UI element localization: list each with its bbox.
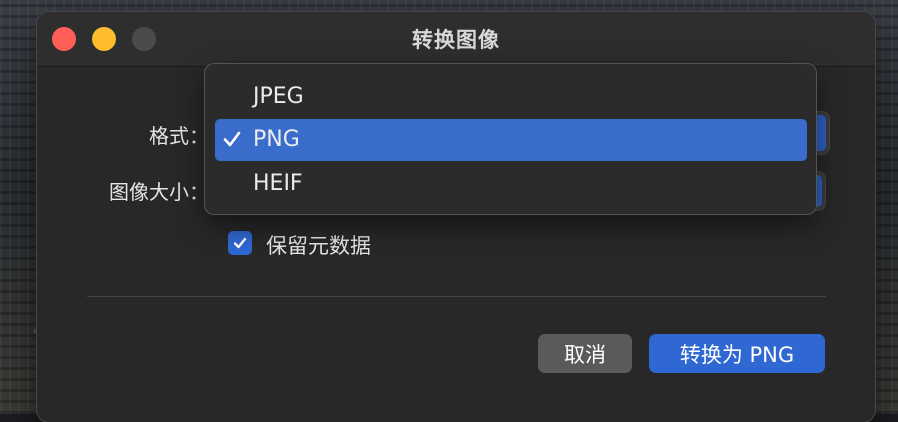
title-bar: 转换图像: [37, 12, 875, 67]
menu-item-heif[interactable]: HEIF: [215, 163, 807, 205]
convert-button[interactable]: 转换为 PNG: [649, 334, 825, 373]
format-dropdown-menu: JPEG PNG HEIF: [205, 64, 816, 214]
cancel-button[interactable]: 取消: [538, 334, 632, 373]
image-size-label: 图像大小：: [109, 180, 209, 204]
checkmark-icon: [221, 128, 243, 156]
metadata-checkbox[interactable]: [228, 231, 252, 255]
divider: [87, 296, 826, 297]
window-title: 转换图像: [412, 28, 500, 52]
menu-item-label: JPEG: [253, 84, 304, 109]
metadata-checkbox-label[interactable]: 保留元数据: [266, 230, 371, 260]
menu-item-label: HEIF: [253, 171, 303, 196]
format-label: 格式：: [149, 124, 209, 148]
menu-item-jpeg[interactable]: JPEG: [215, 76, 807, 118]
menu-item-png[interactable]: PNG: [215, 119, 807, 161]
menu-item-label: PNG: [253, 127, 300, 152]
checkmark-icon: [233, 237, 247, 249]
